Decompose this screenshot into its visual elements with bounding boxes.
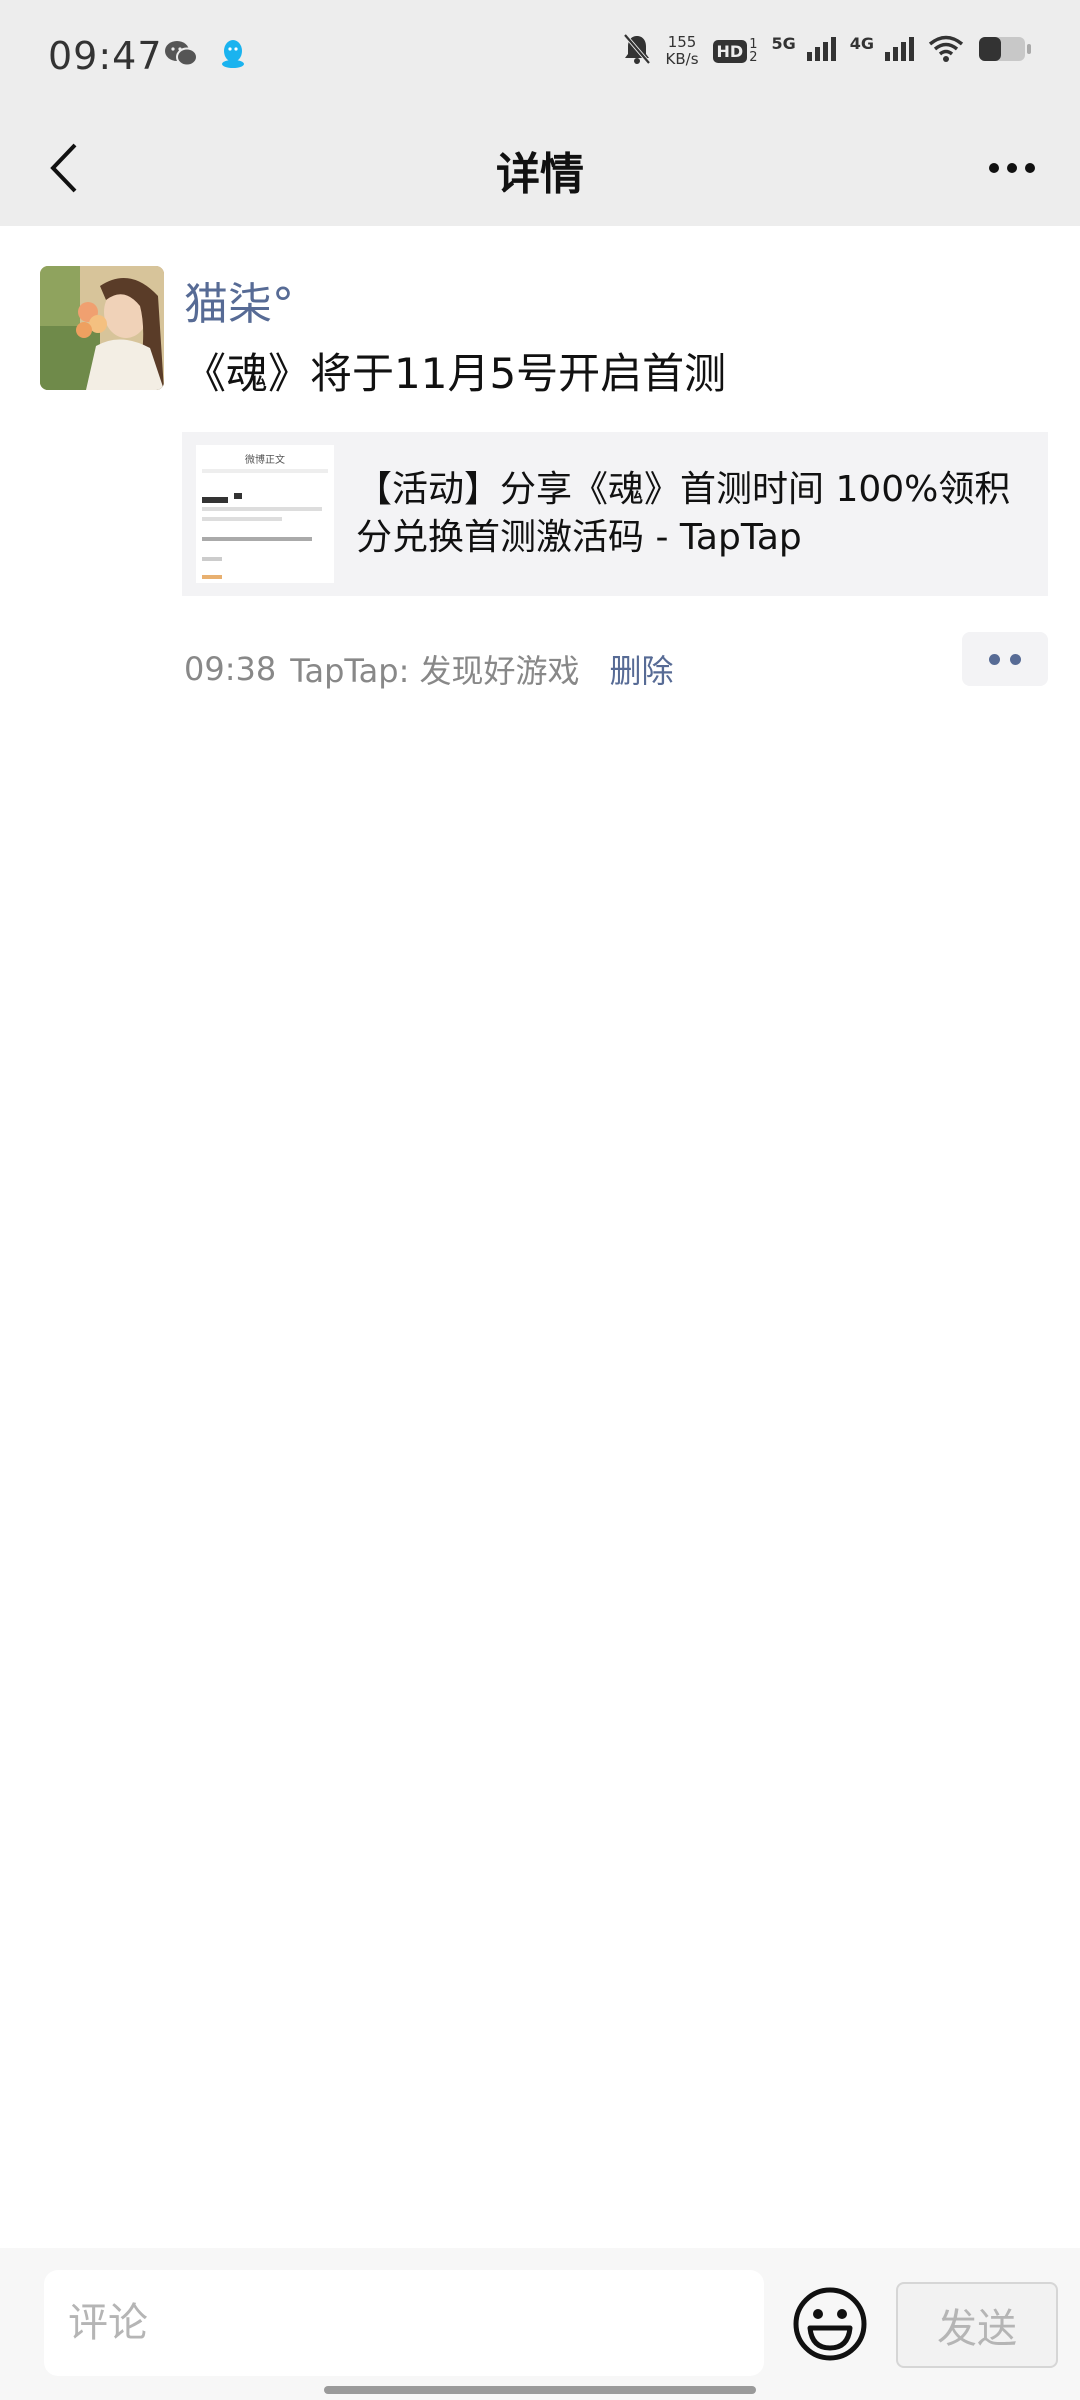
thumbnail-text: 微博正文 <box>245 455 285 466</box>
comment-bar: 发送 <box>0 2248 1080 2400</box>
status-time: 09:47 <box>48 34 163 78</box>
more-dots-icon <box>989 653 1000 665</box>
hd-volte-indicator: HD 1 2 <box>712 38 758 65</box>
net-speed-unit: KB/s <box>665 50 699 68</box>
post-time: 09:38 <box>184 650 277 688</box>
hd-badge: HD <box>712 39 748 63</box>
hd-sim2: 2 <box>749 50 758 65</box>
more-dots-icon <box>989 163 999 173</box>
home-indicator[interactable] <box>324 2386 756 2394</box>
notification-icons <box>164 38 246 74</box>
page-title: 详情 <box>496 149 584 200</box>
sim1-network-label: 5G <box>771 33 796 53</box>
qq-icon <box>220 38 246 74</box>
send-button[interactable]: 发送 <box>896 2282 1058 2368</box>
link-card[interactable]: 微博正文 【活动】分享《魂》首测时间 100%领积分兑换首测激活码 - TapT… <box>182 432 1048 596</box>
like-comment-menu-button[interactable] <box>962 632 1048 686</box>
link-title: 【活动】分享《魂》首测时间 100%领积分兑换首测激活码 - TapTap <box>356 469 1011 558</box>
more-button[interactable] <box>980 140 1044 196</box>
signal-icon <box>884 36 914 66</box>
nav-bar: 详情 <box>0 110 1080 226</box>
mute-bell-icon <box>622 32 652 70</box>
post-source[interactable]: TapTap: 发现好游戏 <box>290 646 579 692</box>
net-speed-value: 155 <box>667 33 697 51</box>
smiley-face-icon <box>793 2287 867 2361</box>
delete-button[interactable]: 删除 <box>610 646 674 692</box>
wifi-icon <box>928 35 964 67</box>
sim2-network-label: 4G <box>849 33 874 53</box>
avatar[interactable] <box>40 266 164 390</box>
system-status-icons: 155 KB/s HD 1 2 5G 4G <box>622 32 1032 70</box>
battery-icon <box>978 35 1032 67</box>
emoji-button[interactable] <box>792 2286 868 2362</box>
post-text: 《魂》将于11月5号开启首测 <box>184 349 727 398</box>
status-bar: 09:47 155 KB/s HD 1 2 5G 4G <box>0 0 1080 110</box>
net-speed: 155 KB/s <box>666 34 699 68</box>
wechat-icon <box>164 40 198 72</box>
comment-input[interactable] <box>44 2270 764 2376</box>
link-thumbnail: 微博正文 <box>196 445 334 583</box>
username[interactable]: 猫柒° <box>184 268 294 332</box>
post-meta: 09:38 TapTap: 发现好游戏 删除 <box>184 646 674 692</box>
signal-icon <box>806 36 836 66</box>
